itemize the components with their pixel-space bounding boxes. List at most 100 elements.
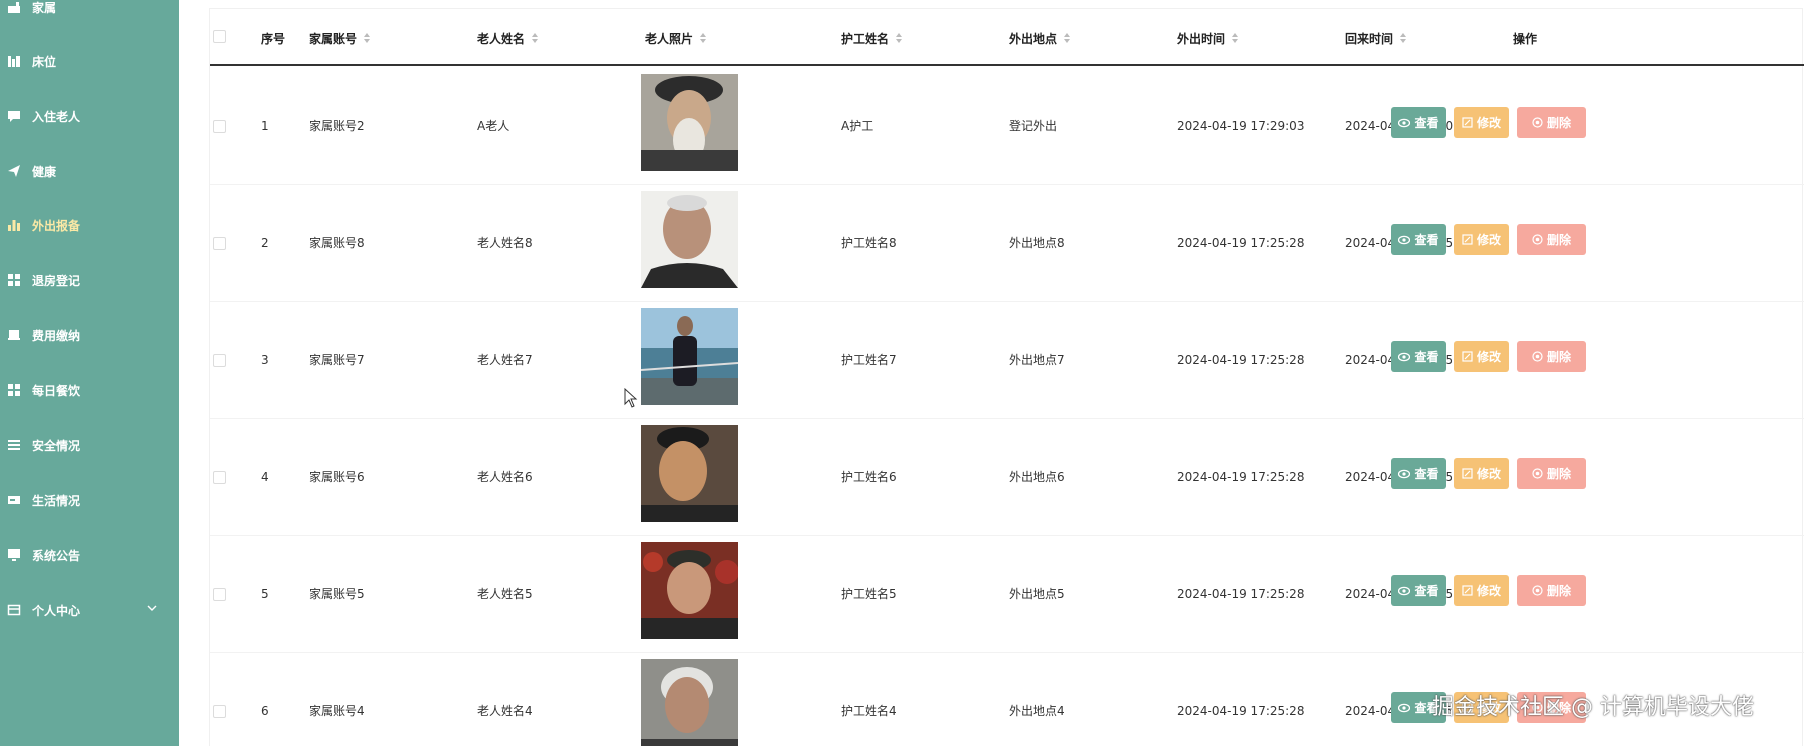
row-checkbox[interactable] xyxy=(213,705,226,718)
sidebar-item-announcements[interactable]: 系统公告 xyxy=(0,535,179,575)
cell-out-time: 2024-04-19 17:29:03 xyxy=(1177,119,1305,133)
sort-icon[interactable] xyxy=(1399,32,1407,44)
sidebar-item-checkout[interactable]: 退房登记 xyxy=(0,260,179,300)
header-label: 序号 xyxy=(261,31,286,46)
elder-photo[interactable] xyxy=(641,659,738,746)
header-outing-place[interactable]: 外出地点 xyxy=(1009,28,1071,48)
header-nurse-name[interactable]: 护工姓名 xyxy=(841,28,903,48)
delete-button-label: 删除 xyxy=(1546,350,1571,364)
delete-button[interactable]: 删除 xyxy=(1517,458,1586,489)
cell-nurse-name: 护工姓名5 xyxy=(841,587,897,601)
table-header: 序号 家属账号 老人姓名 老人照片 护工姓名 外出地点 外出时间 回来时间 操作 xyxy=(210,9,1804,66)
sidebar-item-residents[interactable]: 入住老人 xyxy=(0,96,179,136)
elder-photo[interactable] xyxy=(641,74,738,171)
family-icon xyxy=(6,0,22,15)
sidebar-item-label: 个人中心 xyxy=(32,603,81,618)
edit-icon xyxy=(1462,351,1473,362)
cell-outing-place: 外出地点7 xyxy=(1009,353,1065,367)
delete-circle-icon xyxy=(1532,117,1543,128)
delete-button[interactable]: 删除 xyxy=(1517,224,1586,255)
chevron-down-icon[interactable] xyxy=(146,602,162,618)
sidebar-item-label: 每日餐饮 xyxy=(32,383,81,398)
sidebar-item-fees[interactable]: 费用缴纳 xyxy=(0,315,179,355)
header-elder-photo[interactable]: 老人照片 xyxy=(645,28,707,48)
sidebar-item-outing-report[interactable]: 外出报备 xyxy=(0,205,179,245)
edit-icon xyxy=(1462,234,1473,245)
sidebar-item-living[interactable]: 生活情况 xyxy=(0,480,179,520)
header-label: 操作 xyxy=(1513,31,1538,46)
elder-photo[interactable] xyxy=(641,542,738,639)
select-all-checkbox[interactable] xyxy=(213,30,226,43)
edit-button[interactable]: 修改 xyxy=(1454,575,1509,606)
elder-photo[interactable] xyxy=(641,308,738,405)
eye-icon xyxy=(1398,703,1411,712)
table-row: 5 家属账号5 老人姓名5 护工姓名5 外出地点5 2024-04-19 17:… xyxy=(210,536,1804,653)
edit-button[interactable]: 修改 xyxy=(1454,341,1509,372)
row-checkbox[interactable] xyxy=(213,237,226,250)
header-label: 家属账号 xyxy=(309,31,358,46)
row-checkbox[interactable] xyxy=(213,471,226,484)
folder-icon xyxy=(6,602,22,618)
sidebar-item-label: 入住老人 xyxy=(32,109,81,124)
cell-out-time: 2024-04-19 17:25:28 xyxy=(1177,236,1305,250)
grid-icon xyxy=(6,272,22,288)
delete-button-label: 删除 xyxy=(1546,467,1571,481)
row-checkbox[interactable] xyxy=(213,588,226,601)
cell-index: 2 xyxy=(261,236,269,250)
header-label: 外出地点 xyxy=(1009,31,1058,46)
delete-button[interactable]: 删除 xyxy=(1517,107,1586,138)
delete-button[interactable]: 删除 xyxy=(1517,575,1586,606)
view-button[interactable]: 查看 xyxy=(1391,341,1446,372)
view-button[interactable]: 查看 xyxy=(1391,458,1446,489)
cell-index: 4 xyxy=(261,470,269,484)
cell-nurse-name: 护工姓名8 xyxy=(841,236,897,250)
list-icon xyxy=(6,437,22,453)
delete-button[interactable]: 删除 xyxy=(1517,341,1586,372)
view-button[interactable]: 查看 xyxy=(1391,575,1446,606)
cell-outing-place: 外出地点4 xyxy=(1009,704,1065,718)
sort-icon[interactable] xyxy=(699,32,707,44)
sort-icon[interactable] xyxy=(895,32,903,44)
send-icon xyxy=(6,163,22,179)
sort-icon[interactable] xyxy=(363,32,371,44)
wallet-icon xyxy=(6,327,22,343)
sidebar-item-label: 生活情况 xyxy=(32,493,81,508)
view-button[interactable]: 查看 xyxy=(1391,107,1446,138)
sidebar-item-bed[interactable]: 床位 xyxy=(0,41,179,81)
edit-button[interactable]: 修改 xyxy=(1454,107,1509,138)
edit-button-label: 修改 xyxy=(1476,116,1501,130)
mouse-cursor-icon xyxy=(624,388,638,408)
elder-photo[interactable] xyxy=(641,191,738,288)
eye-icon xyxy=(1398,586,1411,595)
sidebar-item-profile[interactable]: 个人中心 xyxy=(0,590,179,630)
sidebar-item-meals[interactable]: 每日餐饮 xyxy=(0,370,179,410)
sort-icon[interactable] xyxy=(1063,32,1071,44)
row-checkbox[interactable] xyxy=(213,120,226,133)
header-actions: 操作 xyxy=(1513,28,1537,48)
table-row: 3 家属账号7 老人姓名7 护工姓名7 外出地点7 2024-04-19 17:… xyxy=(210,302,1804,419)
row-checkbox[interactable] xyxy=(213,354,226,367)
sidebar-item-family[interactable]: 家属 xyxy=(0,0,179,27)
header-return-time[interactable]: 回来时间 xyxy=(1345,28,1407,48)
sidebar-item-health[interactable]: 健康 xyxy=(0,151,179,191)
cell-index: 5 xyxy=(261,587,269,601)
table-row: 1 家属账号2 A老人 A护工 登记外出 2024-04-19 17:29:03… xyxy=(210,68,1804,185)
edit-button[interactable]: 修改 xyxy=(1454,458,1509,489)
edit-icon xyxy=(1462,117,1473,128)
delete-button-label: 删除 xyxy=(1546,584,1571,598)
header-label: 外出时间 xyxy=(1177,31,1226,46)
edit-button[interactable]: 修改 xyxy=(1454,224,1509,255)
cell-elder-name: 老人姓名5 xyxy=(477,587,533,601)
view-button[interactable]: 查看 xyxy=(1391,224,1446,255)
sort-icon[interactable] xyxy=(531,32,539,44)
chat-icon xyxy=(6,108,22,124)
header-out-time[interactable]: 外出时间 xyxy=(1177,28,1239,48)
view-button-label: 查看 xyxy=(1414,350,1439,364)
header-label: 护工姓名 xyxy=(841,31,890,46)
sidebar-item-safety[interactable]: 安全情况 xyxy=(0,425,179,465)
sort-icon[interactable] xyxy=(1231,32,1239,44)
header-family-account[interactable]: 家属账号 xyxy=(309,28,371,48)
header-label: 老人姓名 xyxy=(477,31,526,46)
header-elder-name[interactable]: 老人姓名 xyxy=(477,28,539,48)
elder-photo[interactable] xyxy=(641,425,738,522)
